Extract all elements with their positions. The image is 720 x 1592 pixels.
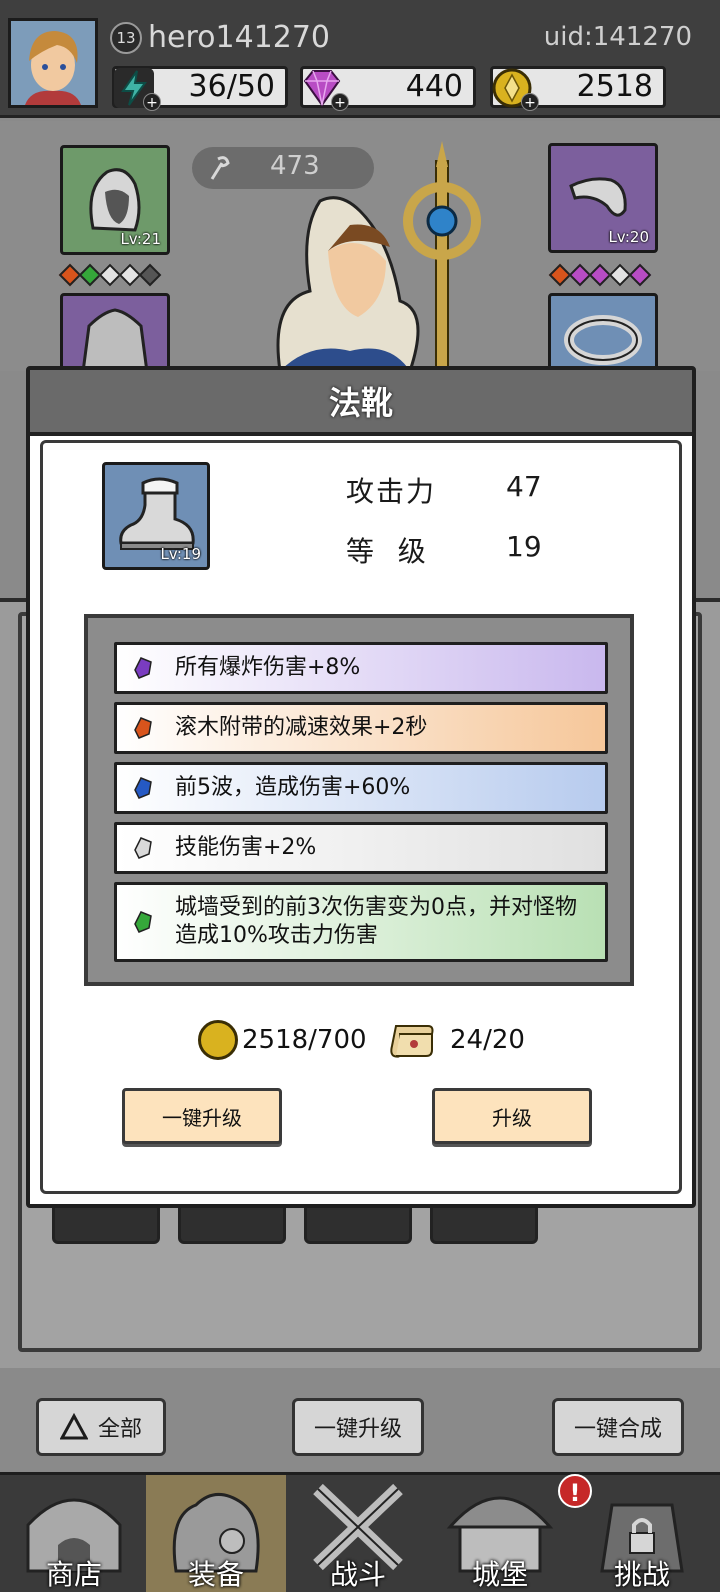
affix-row: 滚木附带的减速效果+2秒	[114, 702, 608, 754]
filter-all-button[interactable]: 全部	[36, 1398, 166, 1456]
affix-row: 前5波，造成伤害+60%	[114, 762, 608, 814]
item-icon: Lv:19	[102, 462, 210, 570]
gem-add-icon[interactable]: +	[331, 93, 349, 111]
upgrade-button[interactable]: 升级	[432, 1088, 592, 1144]
affix-text: 前5波，造成伤害+60%	[175, 775, 411, 800]
scroll-cost: 24/20	[388, 1020, 525, 1060]
equip-slot-ring[interactable]	[548, 293, 658, 373]
castle-alert-badge: !	[558, 1474, 592, 1508]
bulk-upgrade-button[interactable]: 一键升级	[292, 1398, 424, 1456]
top-bar: 13 hero141270 uid:141270 + 36/50 + 440 +…	[0, 0, 720, 118]
scroll-cost-value: 24/20	[450, 1025, 525, 1055]
gold-add-icon[interactable]: +	[521, 93, 539, 111]
tab-challenge-label: 挑战	[613, 1558, 670, 1591]
affix-text: 技能伤害+2%	[175, 835, 317, 860]
uid-label: uid:	[543, 22, 593, 52]
stat-level-value: 19	[506, 530, 542, 563]
purple-gem-icon	[134, 657, 152, 679]
affix-row: 城墙受到的前3次伤害变为0点，并对怪物造成10%攻击力伤害	[114, 882, 608, 962]
tab-challenge[interactable]: 挑战	[572, 1475, 712, 1592]
ring-icon	[564, 315, 642, 365]
gold-coin-icon	[198, 1020, 238, 1060]
one-key-upgrade-button[interactable]: 一键升级	[122, 1088, 282, 1144]
stat-attack-label: 攻击力	[346, 475, 437, 508]
tab-castle-label: 城堡	[471, 1558, 528, 1591]
gold-counter[interactable]: + 2518	[490, 66, 666, 111]
energy-add-icon[interactable]: +	[143, 93, 161, 111]
affix-text: 滚木附带的减速效果+2秒	[175, 715, 428, 740]
filter-all-label: 全部	[97, 1417, 142, 1442]
gem-counter[interactable]: + 440	[300, 66, 476, 111]
helmet-gem-row	[58, 263, 162, 287]
gold-cost-value: 2518/700	[242, 1025, 367, 1055]
player-uid: uid:141270	[544, 22, 692, 52]
gem-value: 440	[405, 69, 463, 104]
gold-cost: 2518/700	[198, 1020, 367, 1060]
triangle-filter-icon	[59, 1413, 88, 1440]
green-gem-icon	[134, 911, 152, 933]
white-gem-icon	[134, 837, 152, 859]
equip-slot-helmet[interactable]: Lv:21	[60, 145, 170, 255]
player-name: hero141270	[148, 20, 331, 55]
tab-equipment[interactable]: 装备	[146, 1475, 286, 1592]
equip-slot-level: Lv:20	[608, 228, 649, 246]
gold-value: 2518	[576, 69, 653, 104]
item-level-tag: Lv:19	[160, 545, 201, 563]
affix-text: 城墙受到的前3次伤害变为0点，并对怪物造成10%攻击力伤害	[175, 895, 577, 948]
modal-title: 法靴	[30, 370, 692, 436]
robe-icon	[81, 308, 149, 374]
avatar-portrait-icon	[11, 21, 95, 105]
gem-icon	[138, 263, 162, 287]
gem-icon	[628, 263, 652, 287]
scroll-icon	[390, 1025, 434, 1058]
equip-slot-level: Lv:21	[120, 230, 161, 248]
player-avatar[interactable]	[8, 18, 98, 108]
tab-equipment-label: 装备	[187, 1558, 244, 1591]
player-level-badge: 13	[110, 22, 142, 54]
energy-value: 36/50	[188, 69, 275, 104]
energy-counter[interactable]: + 36/50	[112, 66, 288, 111]
hero-mage-figure	[276, 141, 481, 371]
equip-slot-gloves[interactable]: Lv:20	[548, 143, 658, 253]
gloves-gem-row	[548, 263, 652, 287]
equip-slot-robe[interactable]	[60, 293, 170, 374]
affix-row: 技能伤害+2%	[114, 822, 608, 874]
affix-text: 所有爆炸伤害+8%	[175, 655, 361, 680]
bottom-navigation: 商店 装备 战斗 城堡 挑战	[0, 1472, 720, 1592]
tab-shop[interactable]: 商店	[4, 1475, 144, 1592]
tab-battle-label: 战斗	[329, 1558, 386, 1591]
uid-value: 141270	[592, 22, 692, 52]
staff-power-icon	[210, 156, 230, 180]
stat-attack-value: 47	[506, 470, 542, 503]
affix-row: 所有爆炸伤害+8%	[114, 642, 608, 694]
stat-level-label: 等 级	[346, 535, 428, 568]
orange-gem-icon	[134, 717, 152, 739]
affix-list: 所有爆炸伤害+8% 滚木附带的减速效果+2秒 前5波，造成伤害+60% 技能伤害…	[84, 614, 634, 986]
bulk-merge-button[interactable]: 一键合成	[552, 1398, 684, 1456]
item-detail-modal: 法靴 Lv:19 攻击力 47 等 级 19 所有爆炸伤害+8% 滚木附带的减速…	[26, 366, 696, 1208]
tab-castle[interactable]: 城堡	[430, 1475, 570, 1592]
blue-gem-icon	[134, 777, 152, 799]
tab-shop-label: 商店	[45, 1558, 102, 1591]
equipment-scene: 473 Lv:21 Lv:20	[0, 121, 720, 374]
tab-battle[interactable]: 战斗	[288, 1475, 428, 1592]
